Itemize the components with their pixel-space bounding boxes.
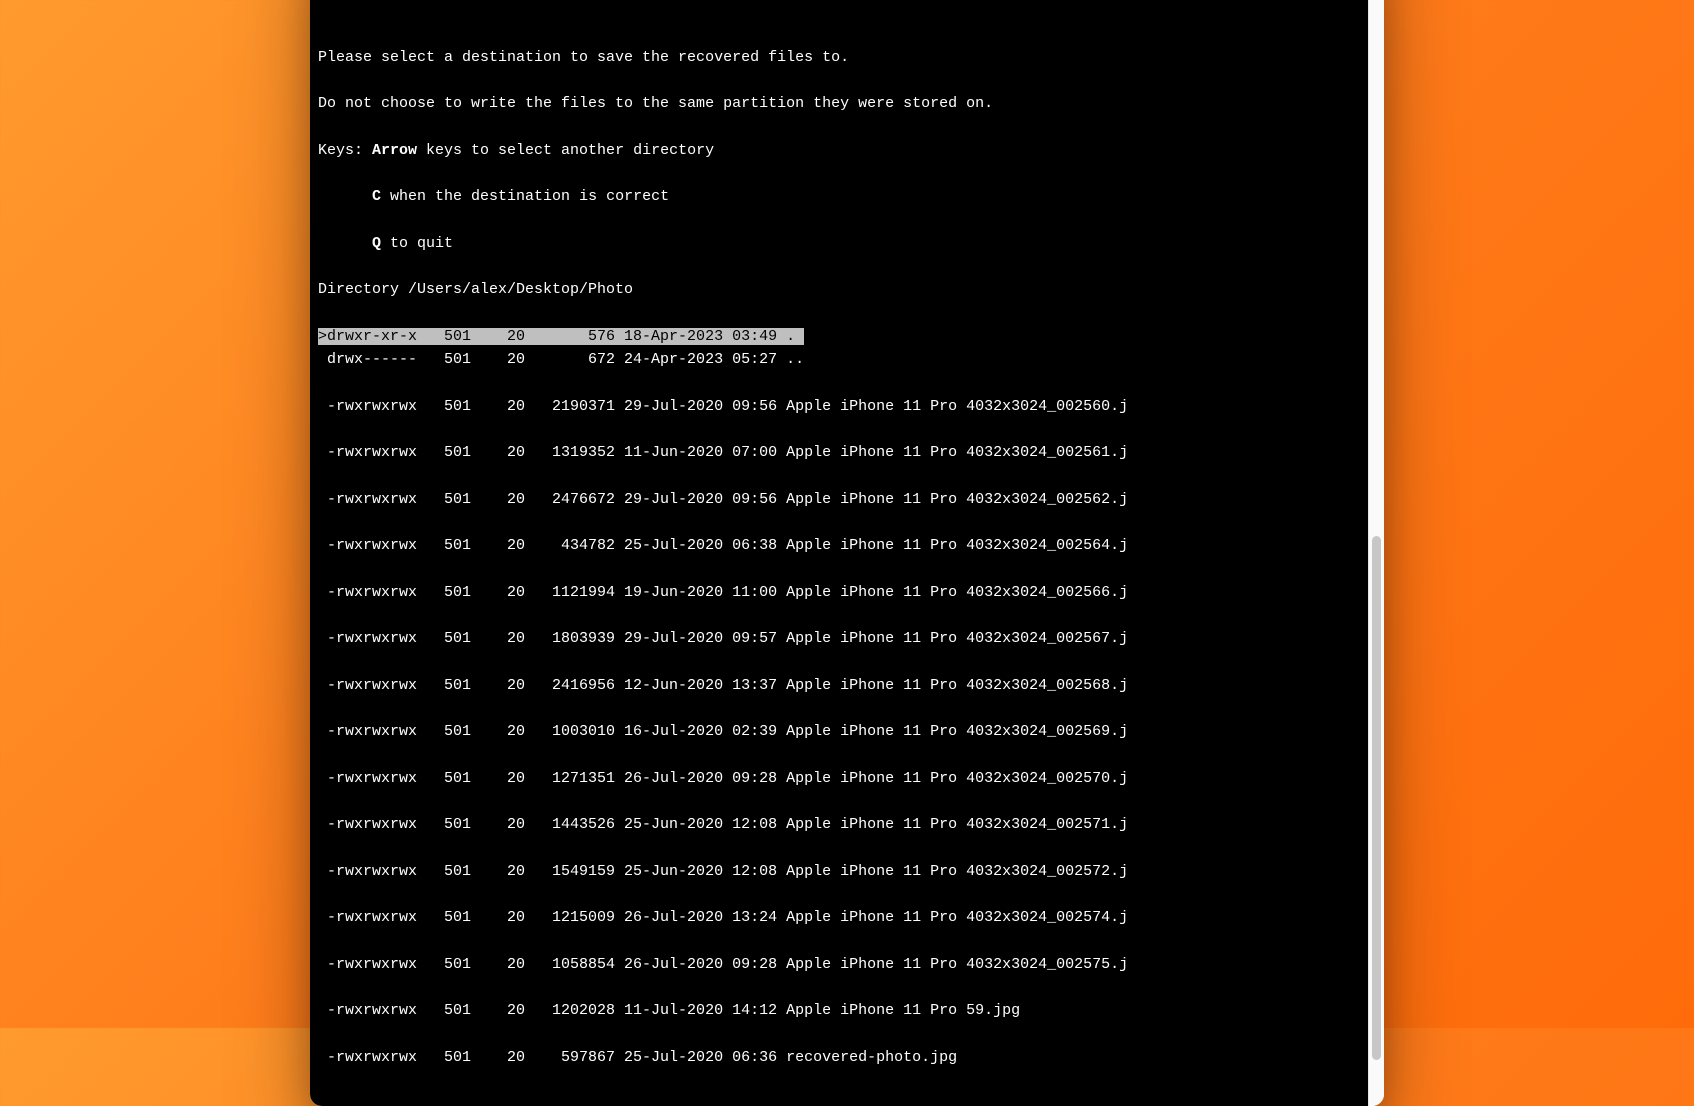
instruction-line: Please select a destination to save the …	[318, 46, 1360, 69]
file-row[interactable]: drwx------ 501 20 672 24-Apr-2023 05:27 …	[318, 348, 1360, 371]
file-row[interactable]: -rwxrwxrwx 501 20 2190371 29-Jul-2020 09…	[318, 395, 1360, 418]
keys-hint: C when the destination is correct	[318, 185, 1360, 208]
scrollbar-track[interactable]	[1368, 0, 1384, 1106]
file-row[interactable]: -rwxrwxrwx 501 20 2416956 12-Jun-2020 13…	[318, 674, 1360, 697]
scrollbar-thumb[interactable]	[1372, 536, 1381, 1060]
terminal-content[interactable]: PhotoRec 7.2-WIP, Data Recovery Utility,…	[310, 0, 1368, 1106]
file-row[interactable]: -rwxrwxrwx 501 20 2476672 29-Jul-2020 09…	[318, 488, 1360, 511]
file-row[interactable]: -rwxrwxrwx 501 20 1121994 19-Jun-2020 11…	[318, 581, 1360, 604]
file-row[interactable]: -rwxrwxrwx 501 20 434782 25-Jul-2020 06:…	[318, 534, 1360, 557]
keys-hint: Q to quit	[318, 232, 1360, 255]
current-directory: Directory /Users/alex/Desktop/Photo	[318, 278, 1360, 301]
file-row[interactable]: -rwxrwxrwx 501 20 1215009 26-Jul-2020 13…	[318, 906, 1360, 929]
keys-hint: Keys: Arrow keys to select another direc…	[318, 139, 1360, 162]
file-row[interactable]: -rwxrwxrwx 501 20 1803939 29-Jul-2020 09…	[318, 627, 1360, 650]
file-row[interactable]: -rwxrwxrwx 501 20 1202028 11-Jul-2020 14…	[318, 999, 1360, 1022]
file-row[interactable]: -rwxrwxrwx 501 20 1058854 26-Jul-2020 09…	[318, 953, 1360, 976]
terminal-area: PhotoRec 7.2-WIP, Data Recovery Utility,…	[310, 0, 1384, 1106]
file-row[interactable]: -rwxrwxrwx 501 20 597867 25-Jul-2020 06:…	[318, 1046, 1360, 1069]
instruction-line: Do not choose to write the files to the …	[318, 92, 1360, 115]
file-row[interactable]: -rwxrwxrwx 501 20 1271351 26-Jul-2020 09…	[318, 767, 1360, 790]
terminal-window: testdisk-folder — photorec ‹ sudo — 90×2…	[310, 0, 1384, 1106]
file-row[interactable]: -rwxrwxrwx 501 20 1443526 25-Jun-2020 12…	[318, 813, 1360, 836]
file-row[interactable]: -rwxrwxrwx 501 20 1319352 11-Jun-2020 07…	[318, 441, 1360, 464]
file-row[interactable]: -rwxrwxrwx 501 20 1549159 25-Jun-2020 12…	[318, 860, 1360, 883]
file-row[interactable]: -rwxrwxrwx 501 20 1003010 16-Jul-2020 02…	[318, 720, 1360, 743]
file-row-selected[interactable]: >drwxr-xr-x 501 20 576 18-Apr-2023 03:49…	[318, 328, 804, 345]
